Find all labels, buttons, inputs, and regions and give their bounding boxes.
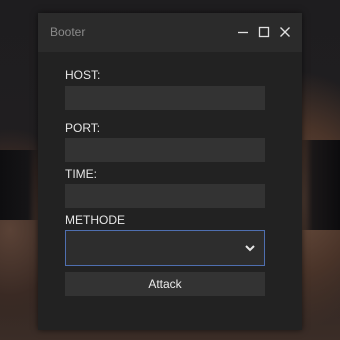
attack-button[interactable]: Attack xyxy=(65,272,265,296)
booter-window: Booter HOST: PORT: TIME: METHODE Attack xyxy=(38,13,302,330)
close-button[interactable] xyxy=(276,23,294,41)
title-bar[interactable]: Booter xyxy=(38,13,302,52)
background-photo-right xyxy=(298,140,340,230)
port-input[interactable] xyxy=(65,138,265,162)
window-title: Booter xyxy=(50,25,86,39)
host-input[interactable] xyxy=(65,86,265,110)
maximize-icon xyxy=(258,26,270,38)
method-label: METHODE xyxy=(65,213,125,227)
host-label: HOST: xyxy=(65,68,101,82)
method-select[interactable] xyxy=(65,230,265,266)
time-input[interactable] xyxy=(65,184,265,208)
time-label: TIME: xyxy=(65,167,97,181)
port-label: PORT: xyxy=(65,121,101,135)
chevron-down-icon xyxy=(245,245,255,252)
minimize-button[interactable] xyxy=(234,23,252,41)
close-icon xyxy=(280,27,290,37)
background-photo-left xyxy=(0,150,40,220)
minimize-icon xyxy=(238,31,248,34)
maximize-button[interactable] xyxy=(255,23,273,41)
